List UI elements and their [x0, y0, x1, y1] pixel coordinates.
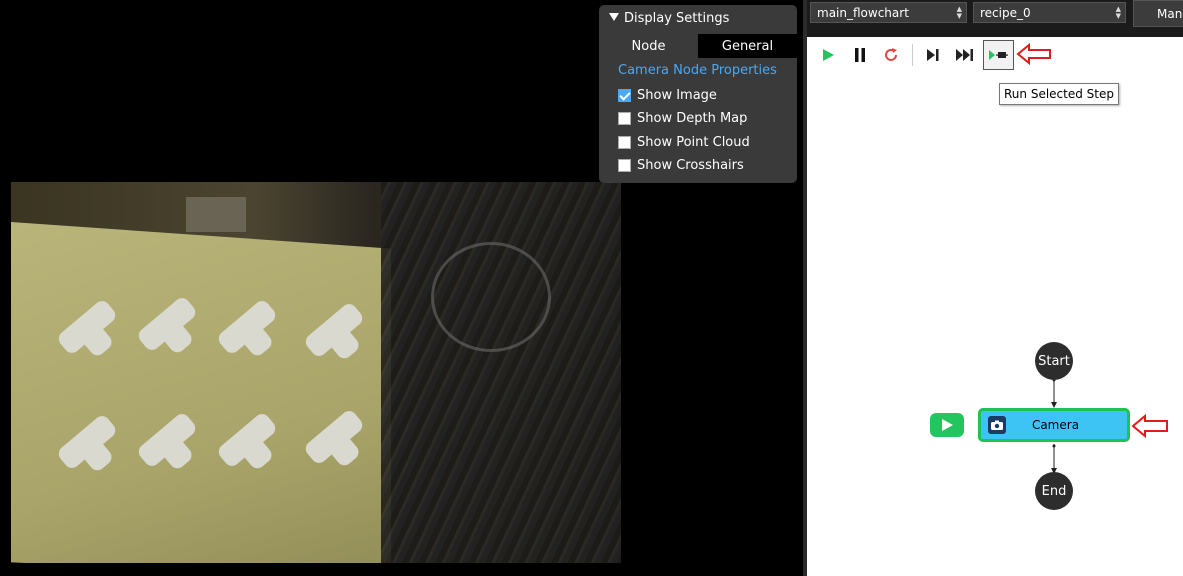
show-crosshairs-label: Show Crosshairs: [637, 158, 744, 173]
restart-icon: [885, 48, 897, 61]
pause-button[interactable]: [850, 45, 870, 65]
display-settings-header[interactable]: Display Settings: [609, 11, 729, 26]
run-selected-step-button[interactable]: [983, 40, 1014, 70]
camera-node-label: Camera: [1031, 418, 1080, 432]
display-settings-title: Display Settings: [624, 11, 730, 26]
recipe-select-value: recipe_0: [980, 5, 1031, 20]
show-image-label: Show Image: [637, 88, 717, 103]
show-point-cloud-checkbox[interactable]: [618, 136, 631, 149]
recipe-select[interactable]: recipe_0 ▲ ▼: [973, 2, 1126, 23]
select-arrows-icon: ▲ ▼: [956, 5, 962, 20]
top-bar: main_flowchart ▲ ▼ recipe_0 ▲ ▼ Man: [807, 0, 1183, 37]
camera-viewport: Display Settings Node General Camera Nod…: [0, 0, 803, 576]
show-depth-map-option[interactable]: Show Depth Map: [618, 111, 747, 126]
show-point-cloud-option[interactable]: Show Point Cloud: [618, 135, 750, 150]
play-icon: [823, 49, 834, 61]
collapse-triangle-icon[interactable]: [609, 13, 619, 21]
flowchart-pane: main_flowchart ▲ ▼ recipe_0 ▲ ▼ Man Run …: [807, 0, 1183, 576]
fast-forward-icon: [956, 49, 973, 61]
show-image-option[interactable]: Show Image: [618, 88, 717, 103]
man-button[interactable]: Man: [1133, 0, 1183, 27]
fast-forward-button[interactable]: [955, 45, 975, 65]
camera-image: [11, 182, 621, 563]
start-node[interactable]: Start: [1035, 342, 1073, 380]
play-icon: [942, 419, 953, 431]
show-image-checkbox[interactable]: [618, 89, 631, 102]
tooltip: Run Selected Step: [999, 83, 1119, 105]
pause-icon: [855, 48, 865, 62]
tab-node[interactable]: Node: [599, 34, 698, 58]
show-point-cloud-label: Show Point Cloud: [637, 135, 750, 150]
flowchart-select[interactable]: main_flowchart ▲ ▼: [810, 2, 967, 23]
annotation-arrow-icon: [1016, 43, 1051, 65]
annotation-arrow-icon: [1131, 414, 1168, 438]
camera-node-properties-title: Camera Node Properties: [618, 63, 777, 78]
tab-general[interactable]: General: [698, 34, 797, 58]
run-node-button[interactable]: [930, 413, 964, 437]
display-settings-panel: Display Settings Node General Camera Nod…: [599, 5, 797, 183]
run-selected-step-icon: [988, 50, 1008, 60]
show-crosshairs-option[interactable]: Show Crosshairs: [618, 158, 744, 173]
camera-node[interactable]: Camera: [978, 408, 1130, 442]
flowchart-select-value: main_flowchart: [817, 5, 909, 20]
play-button[interactable]: [818, 45, 838, 65]
show-depth-map-label: Show Depth Map: [637, 111, 748, 126]
camera-icon: [988, 416, 1006, 434]
toolbar-separator: [912, 44, 913, 66]
step-button[interactable]: [923, 45, 943, 65]
show-depth-map-checkbox[interactable]: [618, 112, 631, 125]
select-arrows-icon: ▲ ▼: [1115, 5, 1121, 20]
end-node[interactable]: End: [1035, 472, 1073, 510]
restart-button[interactable]: [881, 45, 901, 65]
step-icon: [927, 49, 939, 61]
settings-tabs: Node General: [599, 34, 797, 58]
show-crosshairs-checkbox[interactable]: [618, 159, 631, 172]
